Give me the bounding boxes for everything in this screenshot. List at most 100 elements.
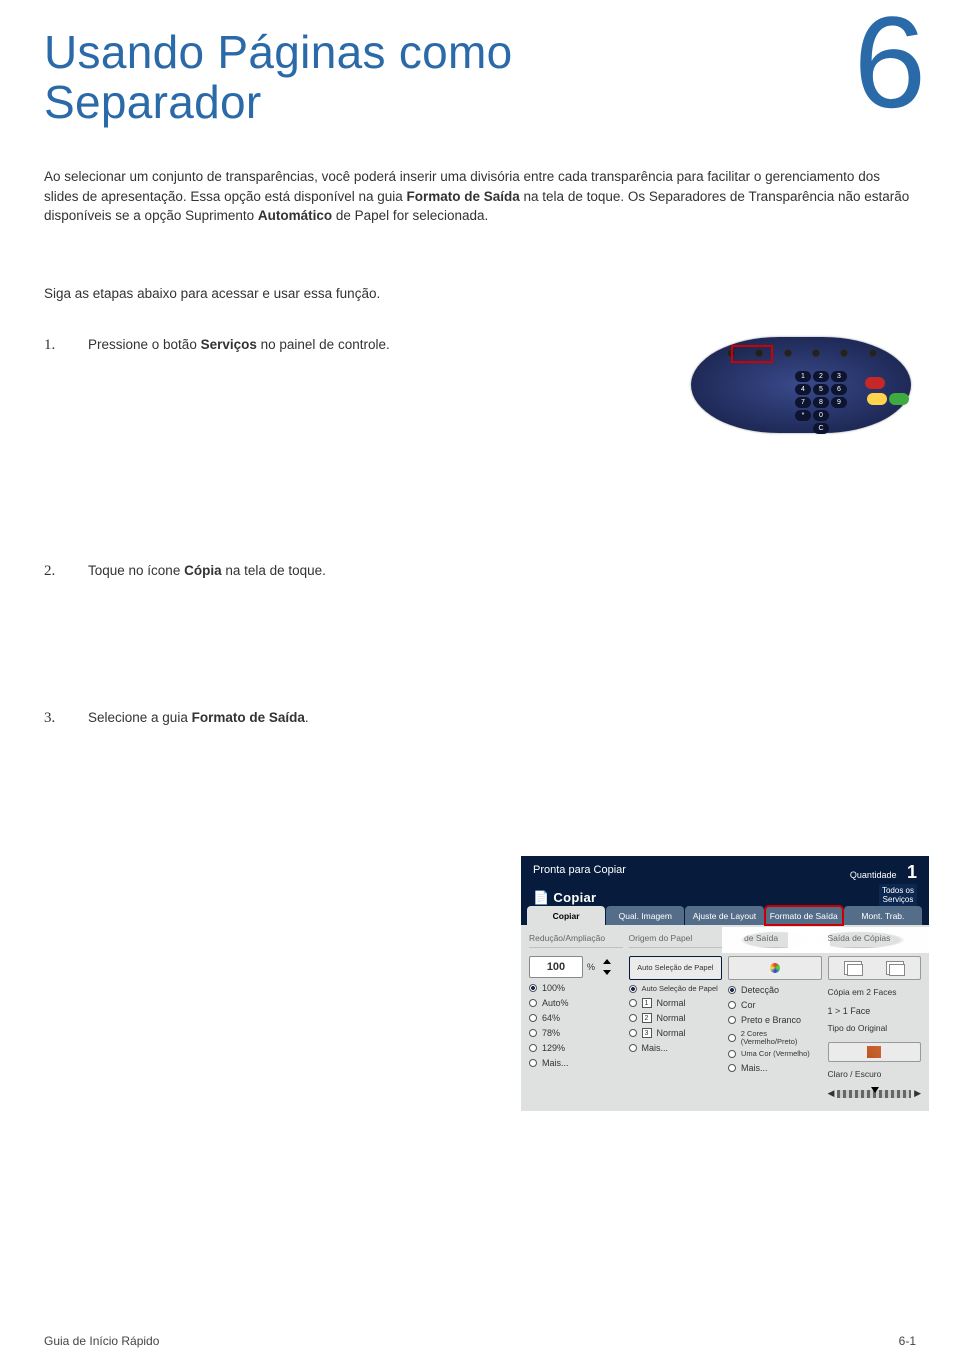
opt-mais-cor[interactable]: Mais... (741, 1063, 768, 1073)
opt-2cores[interactable]: 2 Cores (Vermelho/Preto) (741, 1030, 822, 1045)
keypad-key: * (795, 410, 811, 421)
step-3: 3. Selecione a guia Formato de Saída. (44, 710, 916, 727)
step-3-text: Selecione a guia Formato de Saída. (88, 710, 916, 725)
tab-qual-imagem[interactable]: Qual. Imagem (606, 906, 684, 925)
step3-c: . (305, 710, 309, 725)
step3-b: Formato de Saída (192, 710, 305, 725)
panel-shortcut-btn (840, 349, 848, 357)
keypad-key: 5 (813, 384, 829, 395)
status-ready: Pronta para Copiar (533, 864, 626, 876)
radio-icon[interactable] (629, 1044, 637, 1052)
col-origem-papel: Origem do Papel Auto Seleção de Papel Au… (629, 933, 723, 1099)
copier-tabs: Copiar Qual. Imagem Ajuste de Layout For… (521, 906, 929, 925)
opt-mais-papel[interactable]: Mais... (642, 1043, 669, 1053)
step2-b: Cópia (184, 563, 222, 578)
two-face-title: Cópia em 2 Faces (828, 987, 922, 1001)
tab-copiar[interactable]: Copiar (527, 906, 605, 925)
radio-icon[interactable] (529, 1059, 537, 1067)
intro-bold-1: Formato de Saída (407, 189, 520, 204)
quantity-value: 1 (907, 862, 917, 882)
tab-formato-saida[interactable]: Formato de Saída (765, 906, 843, 925)
page-footer: Guia de Início Rápido 6-1 (44, 1334, 916, 1348)
opt-tray2[interactable]: Normal (657, 1013, 686, 1023)
radio-icon[interactable] (629, 999, 637, 1007)
function-title-text: Copiar (553, 890, 596, 905)
opt-64[interactable]: 64% (542, 1013, 560, 1023)
radio-icon[interactable] (529, 1014, 537, 1022)
opt-auto-papel[interactable]: Auto Seleção de Papel (642, 985, 718, 993)
page-title-line1: Usando Páginas como (44, 28, 513, 78)
radio-icon[interactable] (728, 1001, 736, 1009)
light-dark-title: Claro / Escuro (828, 1069, 922, 1083)
keypad-clear: C (813, 423, 829, 434)
step1-b: Serviços (201, 337, 257, 352)
radio-icon[interactable] (629, 1029, 637, 1037)
footer-left: Guia de Início Rápido (44, 1334, 159, 1348)
collate-button[interactable] (828, 956, 922, 980)
zoom-up-icon[interactable] (603, 959, 611, 964)
radio-icon[interactable] (629, 985, 637, 993)
opt-tray3[interactable]: Normal (657, 1028, 686, 1038)
opt-100[interactable]: 100% (542, 983, 565, 993)
step-2-text: Toque no ícone Cópia na tela de toque. (88, 563, 662, 578)
auto-paper-button[interactable]: Auto Seleção de Papel (629, 956, 723, 980)
slider-right-icon[interactable]: ▶ (914, 1088, 921, 1099)
radio-icon[interactable] (529, 984, 537, 992)
radio-icon[interactable] (728, 986, 736, 994)
radio-icon[interactable] (629, 1014, 637, 1022)
all-services-button[interactable]: Todos os Serviços (879, 884, 917, 906)
opt-mais[interactable]: Mais... (542, 1058, 569, 1068)
opt-deteccao[interactable]: Detecção (741, 985, 779, 995)
radio-icon[interactable] (529, 999, 537, 1007)
col1-title: Redução/Ampliação (529, 933, 623, 948)
original-type-icon (867, 1046, 881, 1058)
panel-shortcut-btn (869, 349, 877, 357)
keypad-key: 7 (795, 397, 811, 408)
radio-icon[interactable] (728, 1064, 736, 1072)
step3-a: Selecione a guia (88, 710, 192, 725)
slider-left-icon[interactable]: ◀ (828, 1088, 835, 1099)
opt-78[interactable]: 78% (542, 1028, 560, 1038)
opt-1cor[interactable]: Uma Cor (Vermelho) (741, 1050, 810, 1058)
collate-icon (886, 961, 904, 975)
light-dark-slider[interactable] (837, 1090, 911, 1098)
radio-icon[interactable] (529, 1029, 537, 1037)
tray-3-badge: 3 (642, 1028, 652, 1038)
keypad-key: 9 (831, 397, 847, 408)
opt-cor[interactable]: Cor (741, 1000, 756, 1010)
radio-icon[interactable] (728, 1050, 736, 1058)
step-1: 1. Pressione o botão Serviços no painel … (44, 337, 916, 433)
collate-icon (844, 961, 862, 975)
zoom-down-icon[interactable] (603, 970, 611, 975)
intro-text-e: de Papel for selecionada. (332, 208, 488, 223)
keypad-key: 0 (813, 410, 829, 421)
step-1-text: Pressione o botão Serviços no painel de … (88, 337, 662, 352)
stop-button (865, 377, 885, 389)
keypad-key: 3 (831, 371, 847, 382)
color-detect-button[interactable] (728, 956, 822, 980)
col-saida-copias: Saída de Cópias Cópia em 2 Faces 1 > 1 F… (828, 933, 922, 1099)
chapter-number: 6 (854, 10, 926, 114)
radio-icon[interactable] (728, 1016, 736, 1024)
col-reducao-ampliacao: Redução/Ampliação 100 % 100% Auto% 64% 7… (529, 933, 623, 1099)
opt-1to1[interactable]: 1 > 1 Face (828, 1006, 871, 1016)
pause-button (867, 393, 887, 405)
radio-icon[interactable] (728, 1034, 736, 1042)
follow-steps: Siga as etapas abaixo para acessar e usa… (44, 286, 916, 301)
opt-auto[interactable]: Auto% (542, 998, 569, 1008)
zoom-value: 100 (529, 956, 583, 978)
keypad-key: 8 (813, 397, 829, 408)
step2-c: na tela de toque. (222, 563, 326, 578)
tab-mont-trab[interactable]: Mont. Trab. (844, 906, 922, 925)
original-type-button[interactable] (828, 1042, 922, 1062)
footer-right: 6-1 (899, 1334, 916, 1348)
radio-icon[interactable] (529, 1044, 537, 1052)
opt-129[interactable]: 129% (542, 1043, 565, 1053)
col4-title: Saída de Cópias (828, 933, 922, 948)
keypad-key: 1 (795, 371, 811, 382)
opt-tray1[interactable]: Normal (657, 998, 686, 1008)
opt-pb[interactable]: Preto e Branco (741, 1015, 801, 1025)
tab-ajuste-layout[interactable]: Ajuste de Layout (685, 906, 763, 925)
intro-bold-2: Automático (258, 208, 332, 223)
step1-a: Pressione o botão (88, 337, 201, 352)
